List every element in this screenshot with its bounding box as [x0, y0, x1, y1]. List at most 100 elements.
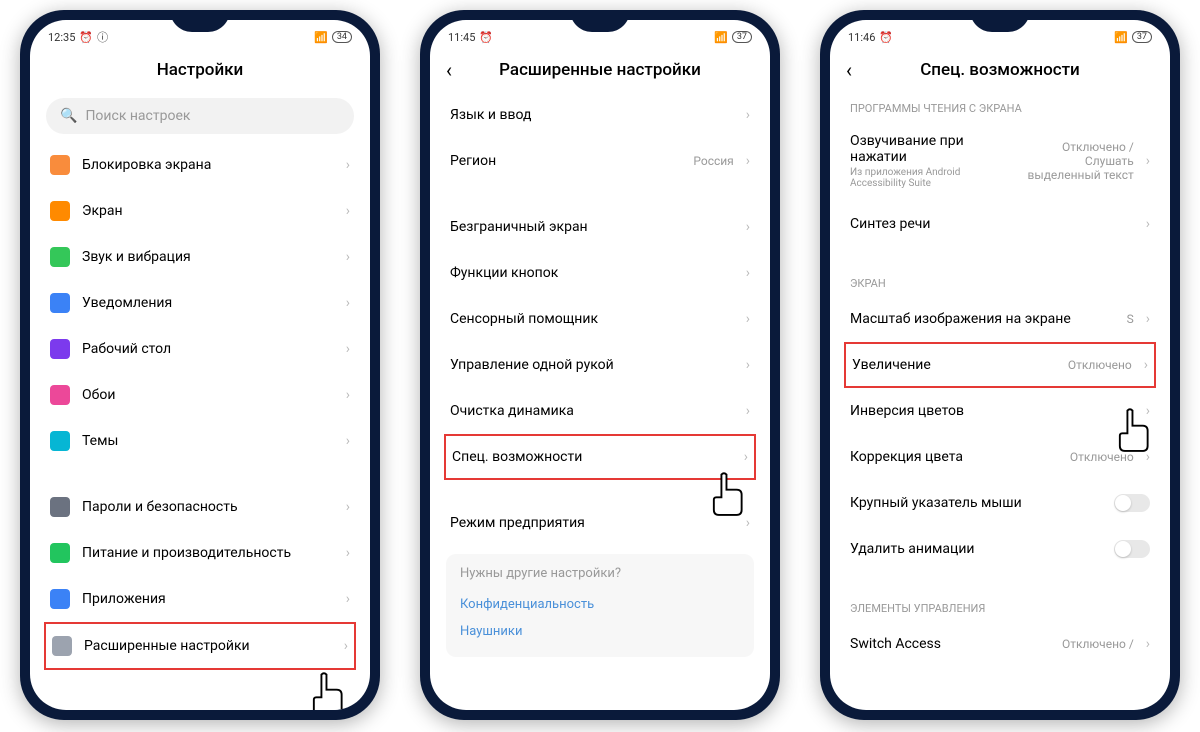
- chevron-right-icon: ›: [746, 219, 750, 235]
- info-icon: ⓘ: [97, 29, 108, 45]
- row-label: Озвучивание при нажатии: [850, 133, 1002, 165]
- row-label: Очистка динамика: [450, 403, 734, 419]
- settings-row-озвучивание-при-нажатии[interactable]: Озвучивание при нажатииИз приложения And…: [834, 121, 1166, 201]
- settings-row-рабочий-стол[interactable]: Рабочий стол›: [34, 326, 366, 372]
- settings-row-управление-одной-рукой[interactable]: Управление одной рукой›: [434, 342, 766, 388]
- search-placeholder: Поиск настроек: [85, 108, 190, 124]
- settings-row-коррекция-цвета[interactable]: Коррекция цветаОтключено›: [834, 434, 1166, 480]
- settings-row-темы[interactable]: Темы›: [34, 418, 366, 464]
- toggle-switch[interactable]: [1114, 540, 1150, 558]
- settings-row-switch-access[interactable]: Switch Access Отключено / ›: [834, 621, 1166, 667]
- chevron-right-icon: ›: [746, 357, 750, 373]
- chevron-right-icon: ›: [1146, 311, 1150, 327]
- row-label: Язык и ввод: [450, 107, 734, 123]
- settings-row-экран[interactable]: Экран›: [34, 188, 366, 234]
- settings-row-масштаб-изображения-на-экране[interactable]: Масштаб изображения на экранеS›: [834, 296, 1166, 342]
- footer-suggestions: Нужны другие настройки? Конфиденциальнос…: [446, 554, 754, 657]
- row-icon: [50, 293, 70, 313]
- signal-icon: 📶: [1114, 31, 1128, 44]
- status-time: 12:35: [48, 31, 75, 44]
- settings-row-удалить-анимации[interactable]: Удалить анимации: [834, 526, 1166, 572]
- settings-list[interactable]: Блокировка экрана › Экран› Звук и вибрация ›…: [30, 142, 370, 710]
- settings-row-язык-и-ввод[interactable]: Язык и ввод›: [434, 92, 766, 138]
- section-screen: ЭКРАН: [834, 267, 1166, 296]
- settings-row-спец-возможности[interactable]: Спец. возможности›: [444, 434, 756, 480]
- row-icon: [50, 201, 70, 221]
- row-icon: [50, 431, 70, 451]
- row-value: Россия: [693, 154, 733, 168]
- settings-row-пароли-и-безопасность[interactable]: Пароли и безопасность›: [34, 484, 366, 530]
- chevron-right-icon: ›: [346, 157, 350, 173]
- settings-row-обои[interactable]: Обои›: [34, 372, 366, 418]
- footer-question: Нужны другие настройки?: [460, 566, 740, 581]
- row-label: Спец. возможности: [452, 449, 732, 465]
- row-icon: [50, 247, 70, 267]
- settings-row-инверсия-цветов[interactable]: Инверсия цветов›: [834, 388, 1166, 434]
- row-label: Блокировка экрана: [82, 157, 334, 173]
- settings-row-приложения[interactable]: Приложения›: [34, 576, 366, 622]
- row-label: Удалить анимации: [850, 541, 1102, 557]
- row-label: Инверсия цветов: [850, 403, 1134, 419]
- chevron-right-icon: ›: [1146, 449, 1150, 465]
- settings-row-увеличение[interactable]: Увеличение Отключено ›: [844, 342, 1156, 388]
- battery-indicator: 37: [732, 31, 752, 43]
- chevron-right-icon: ›: [344, 638, 348, 654]
- page-title: Спец. возможности: [846, 60, 1154, 80]
- row-icon: [50, 385, 70, 405]
- settings-row-уведомления[interactable]: Уведомления›: [34, 280, 366, 326]
- settings-row-функции-кнопок[interactable]: Функции кнопок›: [434, 250, 766, 296]
- row-label: Безграничный экран: [450, 219, 734, 235]
- page-title: Расширенные настройки: [446, 60, 754, 80]
- row-label: Звук и вибрация: [82, 249, 334, 265]
- header: ‹ Расширенные настройки: [430, 48, 770, 92]
- chevron-right-icon: ›: [346, 433, 350, 449]
- screen-2: 11:45 ⏰ 📶 37 ‹ Расширенные настройки Язы…: [430, 20, 770, 710]
- settings-row-расширенные-настройки[interactable]: Расширенные настройки›: [44, 622, 356, 670]
- row-value: S: [1127, 312, 1134, 326]
- toggle-switch[interactable]: [1114, 494, 1150, 512]
- section-screen-readers: ПРОГРАММЫ ЧТЕНИЯ С ЭКРАНА: [834, 92, 1166, 121]
- settings-row-очистка-динамика[interactable]: Очистка динамика›: [434, 388, 766, 434]
- battery-indicator: 34: [332, 31, 352, 43]
- chevron-right-icon: ›: [346, 387, 350, 403]
- phone-frame-3: 11:46 ⏰ 📶 37 ‹ Спец. возможности ПРОГРАМ…: [820, 10, 1180, 720]
- alarm-icon: ⏰: [79, 31, 93, 44]
- settings-row-регион[interactable]: РегионРоссия›: [434, 138, 766, 184]
- chevron-right-icon: ›: [746, 311, 750, 327]
- phone-frame-1: 12:35 ⏰ ⓘ 📶 34 Настройки 🔍 Поиск настрое…: [20, 10, 380, 720]
- footer-link-headphones[interactable]: Наушники: [460, 618, 740, 645]
- chevron-right-icon: ›: [1144, 357, 1148, 373]
- chevron-right-icon: ›: [346, 591, 350, 607]
- row-label: Switch Access: [850, 636, 1050, 652]
- settings-row-сенсорный-помощник[interactable]: Сенсорный помощник›: [434, 296, 766, 342]
- settings-row-режим-предприятия[interactable]: Режим предприятия›: [434, 500, 766, 546]
- back-button[interactable]: ‹: [446, 58, 452, 82]
- row-value: Отключено /: [1062, 637, 1134, 651]
- row-icon: [52, 636, 72, 656]
- chevron-right-icon: ›: [1146, 636, 1150, 652]
- screen-3: 11:46 ⏰ 📶 37 ‹ Спец. возможности ПРОГРАМ…: [830, 20, 1170, 710]
- settings-row-питание-и-производительность[interactable]: Питание и производительность ›: [34, 530, 366, 576]
- settings-row-блокировка-экрана[interactable]: Блокировка экрана ›: [34, 142, 366, 188]
- chevron-right-icon: ›: [346, 545, 350, 561]
- phone-frame-2: 11:45 ⏰ 📶 37 ‹ Расширенные настройки Язы…: [420, 10, 780, 720]
- footer-link-privacy[interactable]: Конфиденциальность: [460, 591, 740, 618]
- row-value: Отключено: [1068, 358, 1132, 372]
- row-label: Питание и производительность: [82, 545, 334, 561]
- settings-list[interactable]: ПРОГРАММЫ ЧТЕНИЯ С ЭКРАНА Озвучивание пр…: [830, 92, 1170, 710]
- row-label: Регион: [450, 153, 681, 169]
- back-button[interactable]: ‹: [846, 58, 852, 82]
- chevron-right-icon: ›: [346, 249, 350, 265]
- row-label: Режим предприятия: [450, 515, 734, 531]
- settings-row-крупный-указатель-мыши[interactable]: Крупный указатель мыши: [834, 480, 1166, 526]
- chevron-right-icon: ›: [346, 499, 350, 515]
- alarm-icon: ⏰: [879, 31, 893, 44]
- search-input[interactable]: 🔍 Поиск настроек: [46, 98, 354, 134]
- alarm-icon: ⏰: [479, 31, 493, 44]
- chevron-right-icon: ›: [346, 295, 350, 311]
- settings-row-звук-и-вибрация[interactable]: Звук и вибрация ›: [34, 234, 366, 280]
- row-label: Увеличение: [852, 357, 1056, 373]
- settings-row-синтез-речи[interactable]: Синтез речи›: [834, 201, 1166, 247]
- settings-list[interactable]: Язык и ввод›РегионРоссия› Безграничный э…: [430, 92, 770, 710]
- settings-row-безграничный-экран[interactable]: Безграничный экран ›: [434, 204, 766, 250]
